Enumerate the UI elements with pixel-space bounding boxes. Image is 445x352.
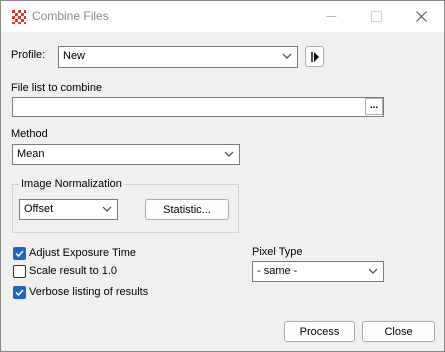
scale-result-checkbox[interactable] bbox=[13, 265, 26, 278]
close-button[interactable]: Close bbox=[362, 321, 435, 342]
checkmark-icon bbox=[15, 289, 24, 297]
method-label: Method bbox=[11, 128, 48, 140]
statistic-button[interactable]: Statistic... bbox=[145, 199, 229, 220]
play-arrow-icon bbox=[310, 51, 319, 62]
file-list-label: File list to combine bbox=[11, 82, 103, 94]
maximize-icon bbox=[371, 11, 382, 22]
title-bar[interactable]: Combine Files bbox=[1, 1, 444, 32]
profile-label: Profile: bbox=[11, 49, 46, 61]
normalization-value: Offset bbox=[24, 203, 54, 215]
pixel-type-label: Pixel Type bbox=[252, 246, 303, 258]
close-window-button[interactable] bbox=[399, 1, 444, 32]
profile-menu-button[interactable] bbox=[305, 46, 324, 67]
browse-button[interactable]: ... bbox=[365, 98, 383, 115]
profile-value: New bbox=[63, 50, 86, 62]
verbose-listing-checkbox[interactable] bbox=[13, 286, 26, 299]
profile-dropdown[interactable]: New bbox=[58, 46, 298, 68]
adjust-exposure-checkbox[interactable] bbox=[13, 247, 26, 260]
combine-files-dialog: Combine Files Profile: New File list to … bbox=[0, 0, 445, 352]
normalization-dropdown[interactable]: Offset bbox=[19, 199, 118, 220]
maximize-button[interactable] bbox=[354, 1, 399, 32]
verbose-listing-label[interactable]: Verbose listing of results bbox=[29, 286, 148, 298]
chevron-down-icon bbox=[224, 151, 234, 157]
pixel-type-value: - same - bbox=[257, 265, 298, 277]
method-dropdown[interactable]: Mean bbox=[12, 144, 240, 165]
chevron-down-icon bbox=[102, 206, 112, 212]
method-value: Mean bbox=[17, 148, 45, 160]
image-normalization-title: Image Normalization bbox=[19, 178, 124, 190]
window-title: Combine Files bbox=[32, 9, 109, 23]
checkmark-icon bbox=[15, 250, 24, 258]
chevron-down-icon bbox=[368, 268, 378, 274]
pixel-type-dropdown[interactable]: - same - bbox=[252, 261, 384, 282]
scale-result-label[interactable]: Scale result to 1.0 bbox=[29, 265, 117, 277]
minimize-button[interactable] bbox=[309, 1, 354, 32]
file-list-input[interactable] bbox=[12, 97, 384, 117]
process-button[interactable]: Process bbox=[284, 321, 355, 342]
close-icon bbox=[416, 11, 427, 22]
adjust-exposure-label[interactable]: Adjust Exposure Time bbox=[29, 247, 136, 259]
minimize-icon bbox=[326, 16, 337, 17]
app-logo-icon bbox=[12, 10, 26, 24]
chevron-down-icon bbox=[282, 53, 292, 59]
